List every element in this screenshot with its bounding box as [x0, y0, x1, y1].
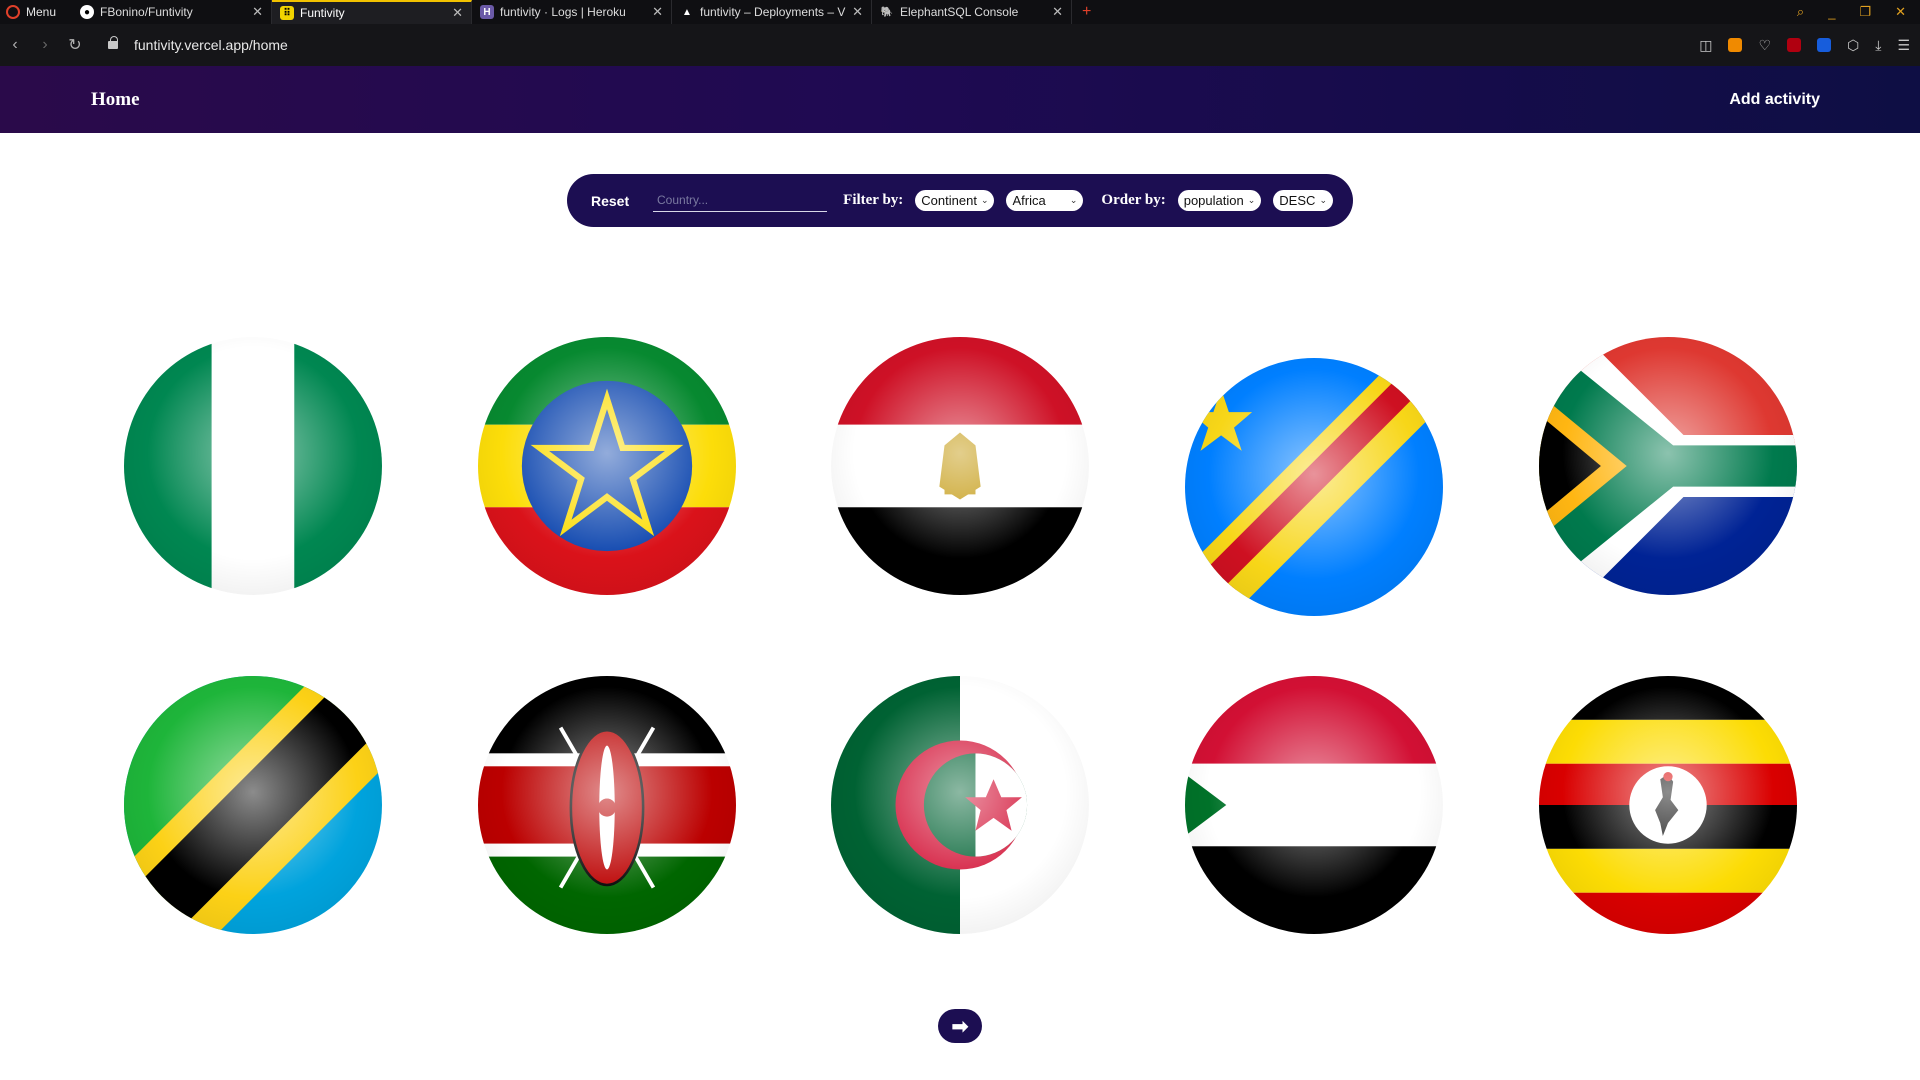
tab-github[interactable]: ● FBonino/Funtivity ✕	[72, 0, 272, 24]
new-tab-button[interactable]: +	[1072, 3, 1101, 21]
country-card-ethiopia[interactable]	[478, 337, 736, 595]
egypt-flag	[831, 337, 1089, 595]
country-card-uganda[interactable]	[1539, 676, 1797, 934]
continent-select[interactable]: Africa ⌄	[1006, 190, 1084, 211]
search-tabs-icon[interactable]: ⌕	[1797, 4, 1804, 20]
opera-logo-icon	[6, 5, 20, 19]
sudan-flag	[1185, 676, 1443, 934]
snapshot-icon[interactable]: ◫	[1699, 37, 1712, 54]
heroku-icon: H	[480, 5, 494, 19]
kenya-flag	[478, 676, 736, 934]
country-card-egypt[interactable]	[831, 337, 1089, 595]
tanzania-flag	[124, 676, 382, 934]
chevron-down-icon: ⌄	[1319, 195, 1327, 205]
country-card-dr-congo[interactable]	[1185, 358, 1443, 616]
vercel-icon: ▲	[682, 6, 692, 18]
close-icon[interactable]: ✕	[1052, 4, 1063, 20]
restore-icon[interactable]: ❐	[1859, 4, 1871, 20]
country-card-south-africa[interactable]	[1539, 337, 1797, 595]
shield-icon[interactable]	[1728, 38, 1743, 52]
window-controls: ⌕ _ ❐ ✕	[1797, 0, 1920, 24]
country-card-tanzania[interactable]	[124, 676, 382, 934]
chevron-down-icon: ⌄	[980, 195, 989, 205]
reload-icon[interactable]: ↻	[60, 35, 90, 55]
funtivity-icon: ⠿	[280, 6, 294, 20]
order-field-select[interactable]: population ⌄	[1177, 190, 1262, 211]
back-icon[interactable]: ‹	[0, 36, 30, 54]
uganda-flag	[1539, 676, 1797, 934]
chevron-down-icon: ⌄	[1069, 195, 1078, 205]
tab-label: funtivity · Logs | Heroku	[500, 5, 626, 19]
site-header: Home Add activity	[0, 66, 1920, 133]
ublock-icon[interactable]	[1787, 38, 1801, 52]
algeria-flag	[831, 676, 1089, 934]
order-by-label: Order by:	[1101, 192, 1166, 208]
browser-tab-bar: Menu ● FBonino/Funtivity ✕ ⠿ Funtivity ✕…	[0, 0, 1920, 24]
tab-funtivity[interactable]: ⠿ Funtivity ✕	[272, 0, 472, 24]
address-bar: ‹ › ↻ funtivity.vercel.app/home ◫ ♡ ⬡ ⤓ …	[0, 24, 1920, 66]
lock-icon	[108, 36, 118, 49]
filter-by-label: Filter by:	[843, 192, 904, 208]
continent-value: Africa	[1012, 193, 1046, 208]
box-icon[interactable]: ⬡	[1847, 37, 1859, 54]
next-page-button[interactable]: ➡	[938, 1009, 982, 1043]
elephant-icon: 🐘	[880, 6, 894, 18]
minimize-icon[interactable]: _	[1828, 5, 1835, 20]
close-icon[interactable]: ✕	[452, 5, 463, 21]
dr-congo-flag	[1185, 358, 1443, 616]
country-card-nigeria[interactable]	[124, 337, 382, 595]
tab-label: FBonino/Funtivity	[100, 5, 193, 19]
close-icon[interactable]: ✕	[852, 4, 863, 20]
tab-label: funtivity – Deployments – V	[700, 5, 846, 19]
reset-button[interactable]: Reset	[591, 193, 633, 209]
tab-heroku[interactable]: H funtivity · Logs | Heroku ✕	[472, 0, 672, 24]
order-direction-select[interactable]: DESC ⌄	[1273, 190, 1333, 211]
home-link[interactable]: Home	[91, 89, 140, 111]
bitwarden-icon[interactable]	[1817, 38, 1831, 52]
ethiopia-flag	[478, 337, 736, 595]
url-field[interactable]: funtivity.vercel.app/home	[134, 37, 288, 53]
add-activity-link[interactable]: Add activity	[1729, 91, 1820, 109]
tab-elephantsql[interactable]: 🐘 ElephantSQL Console ✕	[872, 0, 1072, 24]
country-search-input[interactable]	[653, 189, 828, 212]
filter-type-select[interactable]: Continent ⌄	[915, 190, 995, 211]
nigeria-flag	[124, 337, 382, 595]
country-card-algeria[interactable]	[831, 676, 1089, 934]
south-africa-flag	[1539, 337, 1797, 595]
forward-icon[interactable]: ›	[30, 36, 60, 54]
country-card-kenya[interactable]	[478, 676, 736, 934]
country-card-sudan[interactable]	[1185, 676, 1443, 934]
close-icon[interactable]: ✕	[652, 4, 663, 20]
tab-label: ElephantSQL Console	[900, 5, 1019, 19]
download-icon[interactable]: ⤓	[1875, 37, 1881, 54]
country-grid	[0, 0, 1920, 1080]
filter-bar: Reset Filter by: Continent ⌄ Africa ⌄ Or…	[567, 174, 1353, 227]
order-direction-value: DESC	[1279, 193, 1316, 208]
close-window-icon[interactable]: ✕	[1895, 4, 1906, 20]
chevron-down-icon: ⌄	[1247, 195, 1256, 205]
browser-menu-button[interactable]: Menu	[0, 0, 72, 24]
browser-menu-label: Menu	[26, 5, 57, 19]
order-field-value: population	[1183, 193, 1244, 208]
tab-vercel[interactable]: ▲ funtivity – Deployments – V ✕	[672, 0, 872, 24]
easy-setup-icon[interactable]: ☰	[1897, 37, 1910, 54]
heart-icon[interactable]: ♡	[1758, 37, 1771, 54]
close-icon[interactable]: ✕	[252, 4, 263, 20]
arrow-right-icon: ➡	[951, 1015, 969, 1038]
filter-type-value: Continent	[921, 193, 977, 208]
tab-label: Funtivity	[300, 6, 345, 20]
github-icon: ●	[80, 5, 94, 19]
browser-toolbar: ◫ ♡ ⬡ ⤓ ☰	[1699, 24, 1910, 66]
